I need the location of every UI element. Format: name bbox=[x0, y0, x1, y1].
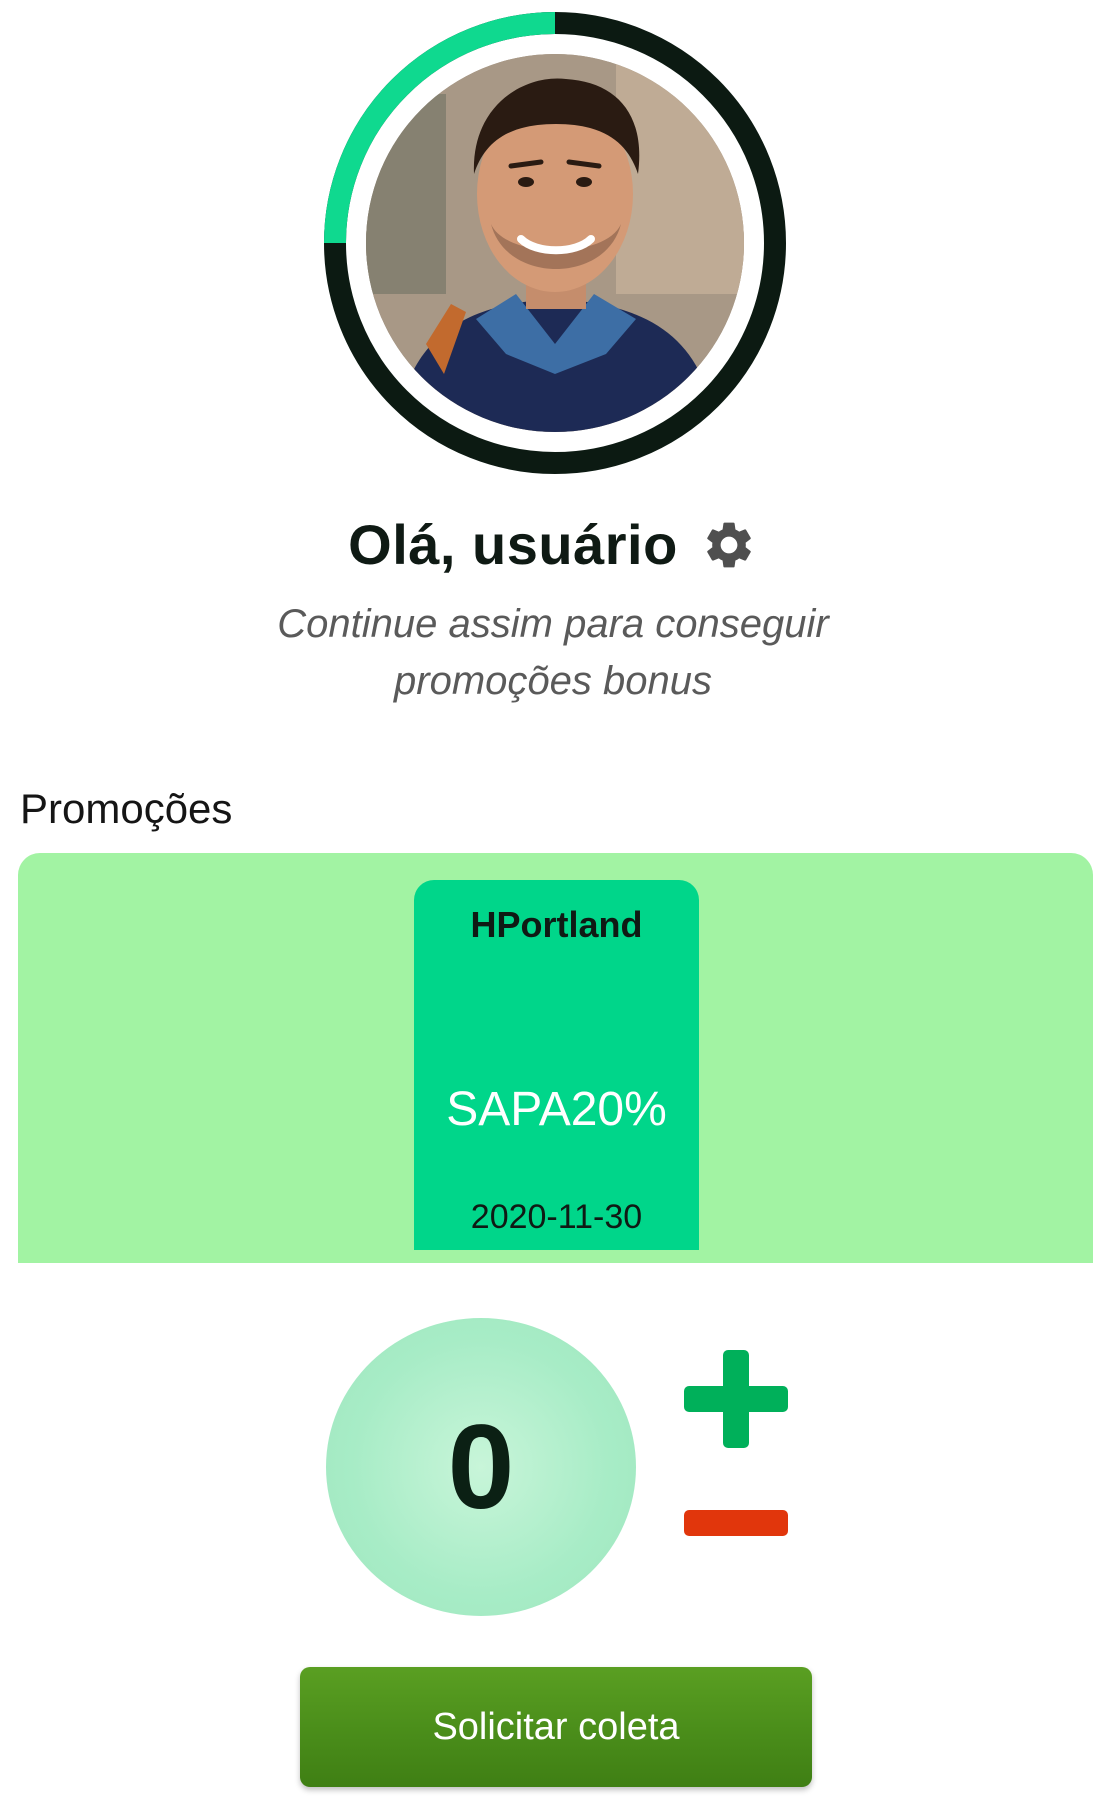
plus-icon bbox=[684, 1350, 788, 1448]
subtitle: Continue assim para conseguir promoções … bbox=[0, 596, 1106, 710]
promo-expiry-date: 2020-11-30 bbox=[470, 1198, 643, 1236]
decrement-button[interactable] bbox=[684, 1508, 788, 1538]
settings-button[interactable] bbox=[700, 516, 758, 574]
subtitle-line-1: Continue assim para conseguir bbox=[277, 602, 829, 646]
counter-display: 0 bbox=[326, 1318, 636, 1616]
subtitle-line-2: promoções bonus bbox=[394, 659, 712, 703]
promo-store-name: HPortland bbox=[470, 904, 643, 945]
counter-value: 0 bbox=[447, 1400, 515, 1534]
greeting-row: Olá, usuário bbox=[0, 512, 1106, 577]
promo-card[interactable]: HPortland SAPA20% 2020-11-30 bbox=[414, 880, 699, 1250]
avatar bbox=[366, 54, 744, 432]
gear-icon bbox=[707, 522, 751, 567]
promotions-title: Promoções bbox=[20, 785, 233, 832]
promo-code: SAPA20% bbox=[446, 1083, 667, 1136]
page-title: Olá, usuário bbox=[348, 513, 678, 576]
request-pickup-button[interactable]: Solicitar coleta bbox=[300, 1667, 812, 1787]
profile-avatar[interactable] bbox=[324, 12, 786, 474]
increment-button[interactable] bbox=[684, 1350, 788, 1448]
minus-icon bbox=[684, 1510, 788, 1536]
